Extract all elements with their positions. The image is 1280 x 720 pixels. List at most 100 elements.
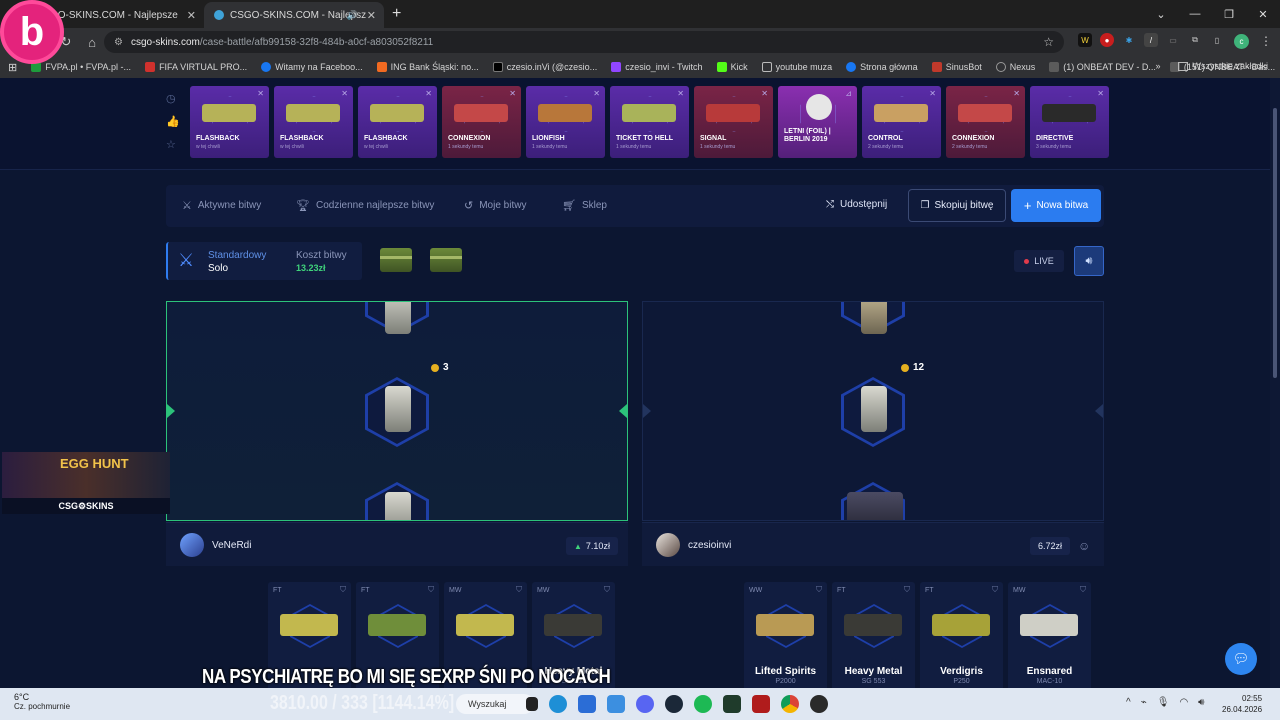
nav-daily-best[interactable]: 🏆︎ Codzienne najlepsze bitwy (296, 199, 434, 212)
close-window-icon[interactable]: ✕ (1246, 0, 1280, 28)
avatar[interactable] (656, 533, 680, 557)
shield-icon[interactable]: ⛉ (904, 585, 910, 595)
nav-my-battles[interactable]: ↺ Moje bitwy (464, 199, 526, 212)
clock[interactable]: 02:55 26.04.2026 (1222, 693, 1262, 715)
profile-avatar[interactable]: c (1234, 34, 1249, 49)
chevron-down-icon[interactable]: ⌄ (1144, 0, 1178, 28)
extension-icon[interactable]: ● (1100, 33, 1114, 47)
shield-icon[interactable]: ⛉ (340, 585, 346, 595)
live-drop-card[interactable]: ✕ FLASHBACK w tej chwili (274, 86, 353, 158)
won-item-card[interactable]: WW ⛉ Lifted Spirits P2000 (744, 582, 827, 688)
live-drop-card[interactable]: ✕ TICKET TO HELL 1 sekundy temu (610, 86, 689, 158)
live-drop-card[interactable]: ✕ CONNEXION 2 sekundy temu (946, 86, 1025, 158)
puzzle-icon[interactable]: ⧉ (1188, 33, 1202, 47)
extension-icon[interactable]: / (1144, 33, 1158, 47)
sound-toggle-button[interactable]: 🔊︎ (1074, 246, 1104, 276)
bookmark-item[interactable]: Kick (716, 62, 748, 72)
weather-widget[interactable]: 6°C Cz. pochmurnie (14, 692, 70, 711)
player-name[interactable]: VeNeRdi (212, 540, 251, 551)
shield-icon[interactable]: ⛉ (1080, 585, 1086, 595)
bookmark-item[interactable]: (1) ONBEAT DEV - D... (1049, 62, 1156, 72)
discord-icon[interactable] (636, 695, 654, 713)
chrome-icon[interactable] (781, 695, 799, 713)
home-icon[interactable]: ⌂ (80, 30, 104, 54)
avatar[interactable] (180, 533, 204, 557)
page-scrollbar[interactable] (1270, 78, 1280, 688)
speaker-icon[interactable]: 🔊 (347, 10, 358, 21)
close-tab-icon[interactable]: ✕ (187, 9, 196, 22)
sidebar-icon[interactable]: ▯ (1210, 33, 1224, 47)
wifi-icon[interactable]: ◠ (1179, 697, 1188, 708)
extension-icon[interactable]: W (1078, 33, 1092, 47)
bookmark-item[interactable]: czesio.inVi (@czesio... (492, 62, 597, 72)
live-drop-card[interactable]: ✕ SIGNAL 1 sekundy temu (694, 86, 773, 158)
network-icon[interactable]: ⌁ (1141, 697, 1147, 708)
bookmark-item[interactable]: Strona główna (846, 62, 918, 72)
chevron-right-icon[interactable]: » (1155, 61, 1160, 71)
nav-shop[interactable]: 🛒︎ Sklep (562, 199, 607, 212)
spotify-icon[interactable] (694, 695, 712, 713)
live-drop-card[interactable]: ✕ CONNEXION 1 sekundy temu (442, 86, 521, 158)
bookmark-item[interactable]: SinusBot (931, 62, 982, 72)
bookmark-folder[interactable]: youtube muza (761, 62, 832, 72)
app-icon[interactable] (752, 695, 770, 713)
emoji-icon[interactable]: ☺ (1078, 539, 1090, 553)
task-view-icon[interactable] (526, 697, 538, 711)
store-icon[interactable] (578, 695, 596, 713)
extension-icon[interactable]: ✱ (1122, 33, 1136, 47)
scrollbar-thumb[interactable] (1273, 108, 1277, 378)
nav-active-battles[interactable]: ⚔ Aktywne bitwy (182, 199, 261, 212)
shield-icon[interactable]: ⛉ (992, 585, 998, 595)
share-button[interactable]: ⤭ Udostępnij (826, 199, 887, 210)
new-battle-button[interactable]: + Nowa bitwa (1011, 189, 1101, 222)
shield-icon[interactable]: ⛉ (604, 585, 610, 595)
close-tab-icon[interactable]: ✕ (367, 9, 376, 22)
star-icon[interactable]: ☆ (166, 138, 180, 151)
won-item-card[interactable]: FT ⛉ Heavy Metal SG 553 (832, 582, 915, 688)
live-drop-card[interactable]: ✕ FLASHBACK w tej chwili (190, 86, 269, 158)
live-drop-card[interactable]: ✕ CONTROL 2 sekundy temu (862, 86, 941, 158)
minimize-icon[interactable]: — (1178, 0, 1212, 28)
apps-grid-icon[interactable]: ⊞ (8, 61, 17, 74)
live-drop-card[interactable]: ✕ FLASHBACK w tej chwili (358, 86, 437, 158)
app-icon[interactable] (723, 695, 741, 713)
live-drop-card[interactable]: ✕ LIONFISH 1 sekundy temu (526, 86, 605, 158)
bookmark-item[interactable]: FIFA VIRTUAL PRO... (145, 62, 247, 72)
menu-dots-icon[interactable]: ⋮ (1260, 34, 1272, 48)
maximize-icon[interactable]: ❐ (1212, 0, 1246, 28)
bookmark-item[interactable]: ING Bank Śląski: no... (376, 62, 479, 72)
url-input[interactable]: ⚙ csgo-skins.com/case-battle/afb99158-32… (104, 31, 1064, 53)
bookmark-item[interactable]: czesio_invi - Twitch (611, 62, 703, 72)
all-bookmarks[interactable]: » Wszystkie zakładki (1155, 61, 1268, 71)
browser-tab-active[interactable]: CSGO-SKINS.COM - Najlepsz 🔊 ✕ (204, 2, 384, 28)
mic-icon[interactable]: 🎙︎ (1157, 697, 1170, 708)
won-item-card[interactable]: MW ⛉ Ensnared MAC-10 (1008, 582, 1091, 688)
case-thumbnail[interactable] (430, 248, 462, 272)
chevron-up-icon[interactable]: ^ (1126, 697, 1131, 708)
case-thumbnail[interactable] (380, 248, 412, 272)
live-drop-card[interactable]: ✕ DIRECTIVE 3 sekundy temu (1030, 86, 1109, 158)
shield-icon[interactable]: ⛉ (428, 585, 434, 595)
copy-battle-button[interactable]: ❐ Skopiuj bitwę (908, 189, 1006, 222)
live-drop-card[interactable]: ⊿ LETNI (FOIL) | BERLIN 2019 (778, 86, 857, 158)
app-icon[interactable] (810, 695, 828, 713)
player-name[interactable]: czesioinvi (688, 540, 731, 551)
thumbs-up-icon[interactable]: 👍 (166, 115, 180, 128)
mail-icon[interactable] (607, 695, 625, 713)
bookmark-star-icon[interactable]: ☆ (1043, 35, 1054, 49)
won-item-card[interactable]: FT ⛉ Verdigris P250 (920, 582, 1003, 688)
steam-icon[interactable] (665, 695, 683, 713)
chat-button[interactable]: 💬︎ (1225, 643, 1257, 675)
shield-icon[interactable]: ⛉ (516, 585, 522, 595)
extension-icon[interactable]: ▭ (1166, 33, 1180, 47)
bookmark-item[interactable]: Witamy na Faceboo... (261, 62, 363, 72)
new-tab-icon[interactable]: + (392, 5, 401, 23)
shield-icon[interactable]: ⛉ (816, 585, 822, 595)
volume-icon[interactable]: 🔊︎ (1198, 697, 1204, 708)
taskbar-search[interactable]: Wyszukaj (456, 694, 534, 714)
bookmark-item[interactable]: Nexus (995, 62, 1035, 72)
bookmark-item[interactable]: FVPA.pl • FVPA.pl -... (31, 62, 131, 72)
clock-icon[interactable]: ◷ (166, 92, 180, 105)
edge-icon[interactable] (549, 695, 567, 713)
site-info-icon[interactable]: ⚙ (114, 37, 123, 48)
